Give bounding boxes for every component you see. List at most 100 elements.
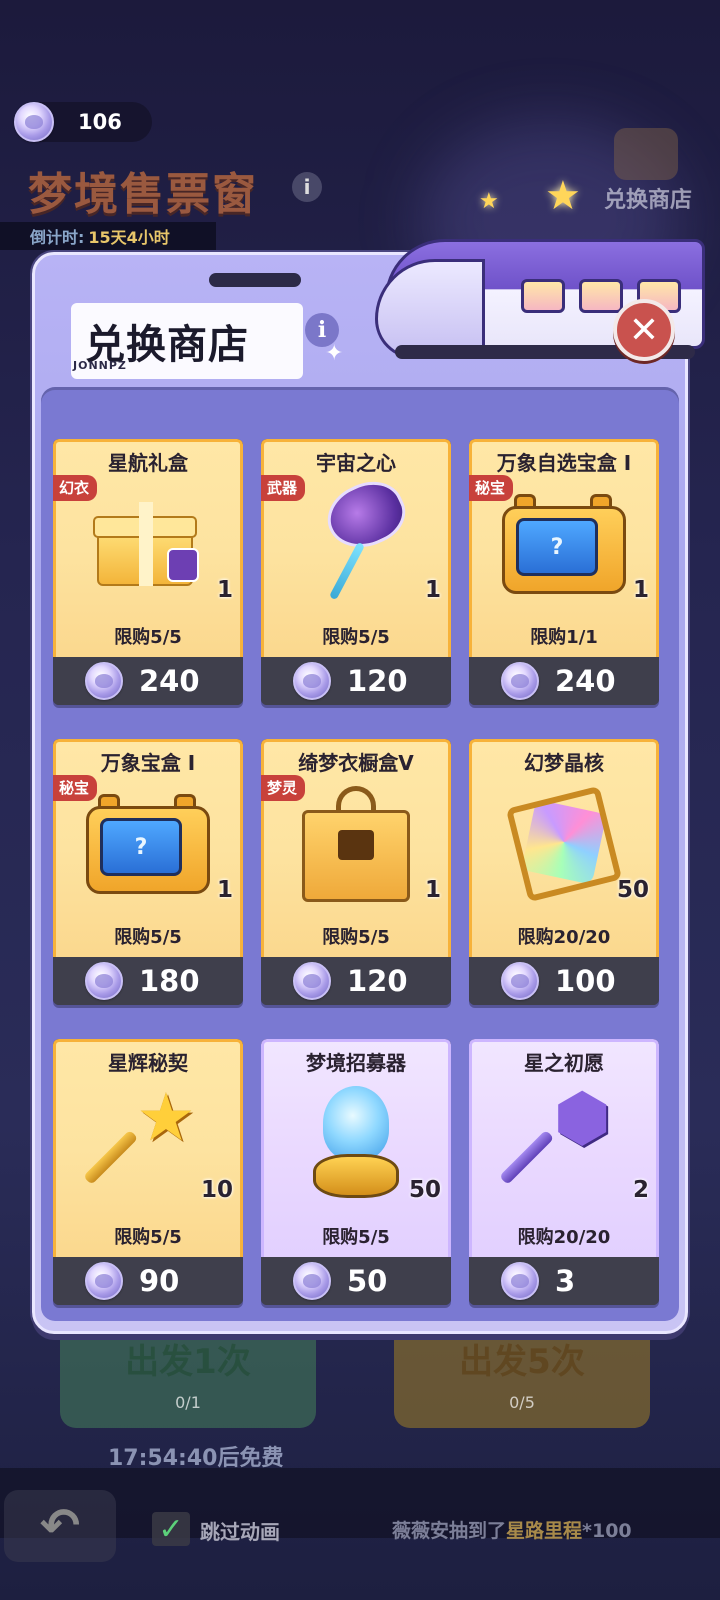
shop-item-card[interactable]: 绮梦衣橱盒V 梦灵 1 限购5/5 120	[261, 739, 451, 1005]
cosmic-wand-icon	[301, 470, 415, 604]
price-button[interactable]: 240	[53, 657, 243, 705]
shop-shortcut-icon[interactable]	[614, 128, 678, 180]
item-art	[83, 489, 213, 599]
price-button[interactable]: 90	[53, 1257, 243, 1305]
item-name: 绮梦衣橱盒V	[298, 751, 414, 775]
shop-item-card[interactable]: 星之初愿 ⬢ 2 限购20/20 3	[469, 1039, 659, 1305]
dream-coin-icon	[85, 962, 123, 1000]
purchase-limit: 限购5/5	[322, 927, 390, 948]
price-button[interactable]: 120	[261, 657, 451, 705]
item-art: ⬢	[499, 1085, 629, 1199]
modal-handle	[209, 273, 301, 287]
star-icon: ★	[479, 189, 499, 214]
dream-coin-icon	[293, 1262, 331, 1300]
ticker-item: 星路里程	[506, 1520, 583, 1542]
train-window	[521, 279, 565, 313]
item-art: ?	[83, 789, 213, 899]
event-title: 梦境售票窗	[28, 169, 258, 220]
shop-item-card[interactable]: 幻梦晶核 50 限购20/20 100	[469, 739, 659, 1005]
price-button[interactable]: 3	[469, 1257, 659, 1305]
item-name: 万象自选宝盒 I	[496, 451, 632, 475]
star-key-icon: ★	[83, 1084, 208, 1204]
info-icon[interactable]: i	[305, 313, 339, 347]
gift-box-icon	[93, 502, 203, 586]
item-price: 100	[555, 964, 616, 998]
dream-coin-icon	[14, 102, 54, 142]
draw-once-label: 出发1次	[125, 1342, 251, 1382]
purchase-limit: 限购5/5	[322, 627, 390, 648]
item-name: 幻梦晶核	[524, 751, 604, 775]
close-button[interactable]: ✕	[613, 299, 675, 361]
exchange-shop-modal: ★ ★ ✦ 兑换商店 i JONNPZ ✕ 星航礼盒 幻衣 1 限购5/5 240 宇宙之…	[32, 173, 705, 1334]
dream-coin-icon	[85, 662, 123, 700]
crystal-core-icon	[505, 785, 623, 903]
skip-animation-label[interactable]: 跳过动画	[200, 1516, 280, 1545]
item-price: 240	[139, 664, 200, 698]
recruiter-icon	[301, 1086, 411, 1202]
item-quantity: 1	[216, 577, 233, 603]
purchase-limit: 限购20/20	[517, 927, 611, 948]
shop-item-card[interactable]: 星辉秘契 ★ 10 限购5/5 90	[53, 1039, 243, 1305]
dream-coin-icon	[293, 662, 331, 700]
price-button[interactable]: 100	[469, 957, 659, 1005]
item-name: 梦境招募器	[306, 1051, 406, 1075]
purchase-limit: 限购5/5	[114, 627, 182, 648]
skip-animation-checkbox[interactable]: ✓	[152, 1511, 190, 1547]
back-button[interactable]: ↶	[4, 1490, 116, 1562]
price-button[interactable]: 120	[261, 957, 451, 1005]
item-quantity: 2	[632, 1177, 649, 1203]
wish-key-icon: ⬢	[499, 1084, 624, 1204]
countdown-value: 15天4小时	[88, 228, 170, 247]
treasure-box-icon: ?	[502, 492, 626, 596]
close-icon: ✕	[628, 309, 660, 351]
item-quantity: 10	[200, 1177, 233, 1203]
ticker-prefix: 薇薇安抽到了	[392, 1520, 507, 1542]
dream-coin-icon	[293, 962, 331, 1000]
price-button[interactable]: 50	[261, 1257, 451, 1305]
purchase-limit: 限购5/5	[322, 1227, 390, 1248]
countdown-label: 倒计时:	[30, 228, 85, 247]
item-quantity: 1	[216, 877, 233, 903]
ticker-suffix: *100	[582, 1520, 632, 1542]
shop-shortcut-label[interactable]: 兑换商店	[604, 182, 692, 214]
item-art	[499, 785, 629, 903]
shop-item-panel: 星航礼盒 幻衣 1 限购5/5 240 宇宙之心 武器 1 限购5/5 120 万象自选宝盒 I 秘宝…	[41, 387, 679, 1321]
dream-coin-icon	[501, 662, 539, 700]
brand-mark: JONNPZ	[73, 359, 127, 372]
shop-item-card[interactable]: 万象宝盒 I 秘宝? 1 限购5/5 180	[53, 739, 243, 1005]
price-button[interactable]: 240	[469, 657, 659, 705]
draw-ticker: 薇薇安抽到了星路里程*100	[392, 1516, 632, 1543]
item-price: 240	[555, 664, 616, 698]
shop-item-card[interactable]: 万象自选宝盒 I 秘宝? 1 限购1/1 240	[469, 439, 659, 705]
item-price: 120	[347, 664, 408, 698]
item-name: 星航礼盒	[108, 451, 188, 475]
event-info-icon[interactable]: i	[292, 172, 322, 202]
item-price: 3	[555, 1264, 576, 1298]
treasure-box-icon: ?	[86, 792, 210, 896]
checkmark-icon: ✓	[158, 1511, 184, 1547]
purchase-limit: 限购20/20	[517, 1227, 611, 1248]
shop-item-card[interactable]: 星航礼盒 幻衣 1 限购5/5 240	[53, 439, 243, 705]
item-quantity: 1	[424, 877, 441, 903]
item-quantity: 1	[632, 577, 649, 603]
item-art: ★	[83, 1085, 213, 1199]
shop-item-card[interactable]: 梦境招募器 50 限购5/5 50	[261, 1039, 451, 1305]
item-price: 180	[139, 964, 200, 998]
price-button[interactable]: 180	[53, 957, 243, 1005]
item-name: 星辉秘契	[108, 1051, 188, 1075]
back-arrow-icon: ↶	[39, 1498, 81, 1554]
currency-count: 106	[78, 110, 122, 134]
item-name: 星之初愿	[524, 1051, 604, 1075]
train-window	[579, 279, 623, 313]
wardrobe-bag-icon	[300, 786, 412, 902]
item-quantity: 50	[616, 877, 649, 903]
item-price: 50	[347, 1264, 388, 1298]
purchase-limit: 限购1/1	[530, 627, 598, 648]
purchase-limit: 限购5/5	[114, 927, 182, 948]
item-price: 120	[347, 964, 408, 998]
item-price: 90	[139, 1264, 180, 1298]
shop-item-card[interactable]: 宇宙之心 武器 1 限购5/5 120	[261, 439, 451, 705]
draw-five-ticket: 0/5	[509, 1393, 535, 1412]
event-countdown: 倒计时: 15天4小时	[0, 222, 216, 250]
item-art: ?	[499, 489, 629, 599]
